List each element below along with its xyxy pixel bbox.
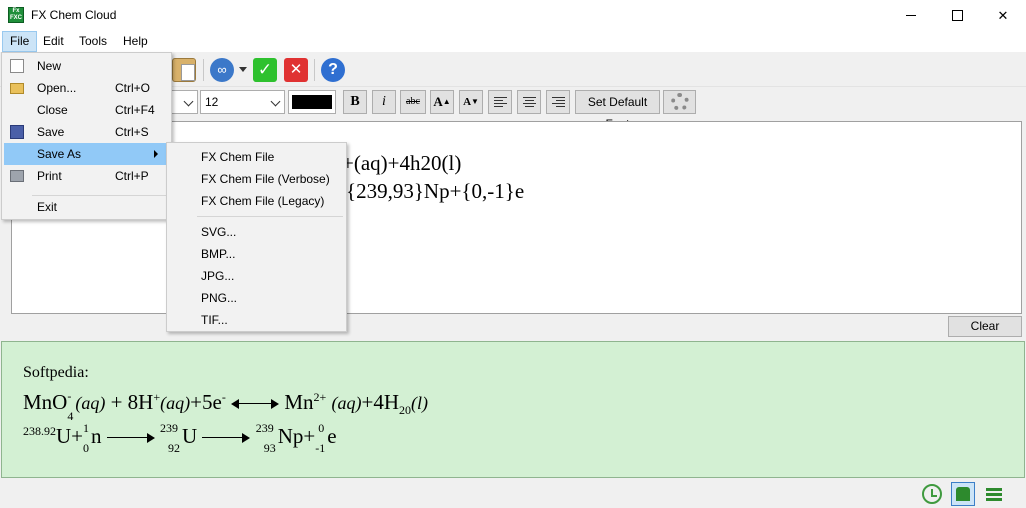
save-as-tif[interactable]: TIF... bbox=[169, 309, 345, 331]
menu-separator bbox=[197, 216, 343, 217]
save-as-bmp[interactable]: BMP... bbox=[169, 243, 345, 265]
reaction-arrow-icon bbox=[106, 433, 155, 444]
save-as-fx-chem-verbose[interactable]: FX Chem File (Verbose) bbox=[169, 168, 345, 190]
chevron-down-icon bbox=[270, 96, 281, 107]
menu-bar: File Edit Tools Help bbox=[0, 31, 1026, 52]
toolbar-separator bbox=[203, 59, 204, 81]
window-title: FX Chem Cloud bbox=[31, 8, 117, 22]
title-bar: Fx FXC FX Chem Cloud ✕ bbox=[0, 0, 1026, 31]
save-as-png[interactable]: PNG... bbox=[169, 287, 345, 309]
preview-equation-1: MnO -4 (aq) + 8H+(aq)+5e- Mn2+ (aq)+4H20(l… bbox=[23, 389, 429, 423]
menu-edit[interactable]: Edit bbox=[36, 31, 71, 52]
file-menu-save[interactable]: Save Ctrl+S bbox=[4, 121, 170, 143]
file-menu-save-as[interactable]: Save As bbox=[4, 143, 170, 165]
save-as-fx-chem-file[interactable]: FX Chem File bbox=[169, 146, 345, 168]
file-menu-close[interactable]: Close Ctrl+F4 bbox=[4, 99, 170, 121]
editor-line-1: +(aq)+4h20(l) bbox=[342, 151, 462, 175]
editor-line-2: {239,93}Np+{0,-1}e bbox=[346, 179, 525, 203]
file-menu-new[interactable]: New bbox=[4, 55, 170, 77]
save-as-svg[interactable]: SVG... bbox=[169, 221, 345, 243]
shrink-label: A bbox=[463, 96, 472, 108]
font-size-value: 12 bbox=[205, 95, 219, 109]
reaction-arrow-icon bbox=[202, 433, 251, 444]
floppy-disk-icon bbox=[10, 125, 24, 139]
file-menu-print[interactable]: Print Ctrl+P bbox=[4, 165, 170, 187]
preview-heading: Softpedia: bbox=[23, 364, 89, 381]
submenu-arrow-icon bbox=[154, 150, 158, 158]
bold-button[interactable]: B bbox=[343, 90, 367, 114]
file-menu-exit[interactable]: Exit bbox=[4, 196, 170, 218]
checkmark-icon[interactable]: ✓ bbox=[253, 58, 277, 82]
cancel-icon[interactable]: ✕ bbox=[284, 58, 308, 82]
save-as-fx-chem-legacy[interactable]: FX Chem File (Legacy) bbox=[169, 190, 345, 212]
link-dropdown-arrow-icon[interactable] bbox=[239, 67, 247, 72]
list-icon[interactable] bbox=[984, 484, 1004, 504]
decrease-font-button[interactable]: A▼ bbox=[459, 90, 483, 114]
text-color-picker[interactable] bbox=[288, 90, 336, 114]
triangle-up-icon: ▲ bbox=[442, 97, 451, 106]
menu-file[interactable]: File bbox=[2, 31, 38, 52]
paste-icon[interactable] bbox=[172, 58, 196, 82]
status-bar bbox=[0, 480, 1026, 508]
chevron-down-icon bbox=[183, 96, 194, 107]
triangle-down-icon: ▼ bbox=[471, 97, 479, 106]
equilibrium-arrow-icon bbox=[231, 399, 280, 410]
history-icon[interactable] bbox=[922, 484, 942, 504]
toolbar-separator bbox=[314, 59, 315, 81]
align-right-button[interactable] bbox=[546, 90, 570, 114]
strikethrough-button[interactable]: abc bbox=[400, 90, 426, 114]
set-default-font-button[interactable]: Set Default Font bbox=[575, 90, 660, 131]
save-as-jpg[interactable]: JPG... bbox=[169, 265, 345, 287]
minimize-button[interactable] bbox=[888, 0, 934, 31]
align-center-button[interactable] bbox=[517, 90, 541, 114]
align-left-button[interactable] bbox=[488, 90, 512, 114]
italic-button[interactable]: i bbox=[372, 90, 396, 114]
font-size-select[interactable]: 12 bbox=[200, 90, 285, 114]
close-window-button[interactable]: ✕ bbox=[980, 0, 1026, 31]
formula-preview: Softpedia: MnO -4 (aq) + 8H+(aq)+5e- Mn2+ … bbox=[1, 341, 1025, 478]
save-as-submenu: FX Chem File FX Chem File (Verbose) FX C… bbox=[166, 142, 347, 332]
help-icon[interactable]: ? bbox=[321, 58, 345, 82]
file-menu-dropdown: New Open... Ctrl+O Close Ctrl+F4 Save Ct… bbox=[1, 52, 172, 220]
file-menu-open[interactable]: Open... Ctrl+O bbox=[4, 77, 170, 99]
menu-help[interactable]: Help bbox=[116, 31, 155, 52]
font-family-select[interactable] bbox=[170, 90, 198, 114]
menu-tools[interactable]: Tools bbox=[72, 31, 114, 52]
new-document-icon bbox=[10, 59, 24, 73]
link-icon[interactable]: ∞ bbox=[210, 58, 234, 82]
clear-button[interactable]: Clear bbox=[948, 316, 1022, 337]
grow-label: A bbox=[433, 94, 443, 109]
maximize-button[interactable] bbox=[934, 0, 980, 31]
gear-icon[interactable] bbox=[663, 90, 696, 114]
app-logo-icon: Fx FXC bbox=[8, 7, 24, 23]
increase-font-button[interactable]: A▲ bbox=[430, 90, 454, 114]
printer-icon bbox=[10, 170, 24, 182]
users-icon[interactable] bbox=[951, 482, 975, 506]
folder-open-icon bbox=[10, 83, 24, 94]
preview-equation-2: 238.92U+ 1 0 n 239 92 U 239 93 Np+ 0 -1 e bbox=[23, 421, 337, 455]
